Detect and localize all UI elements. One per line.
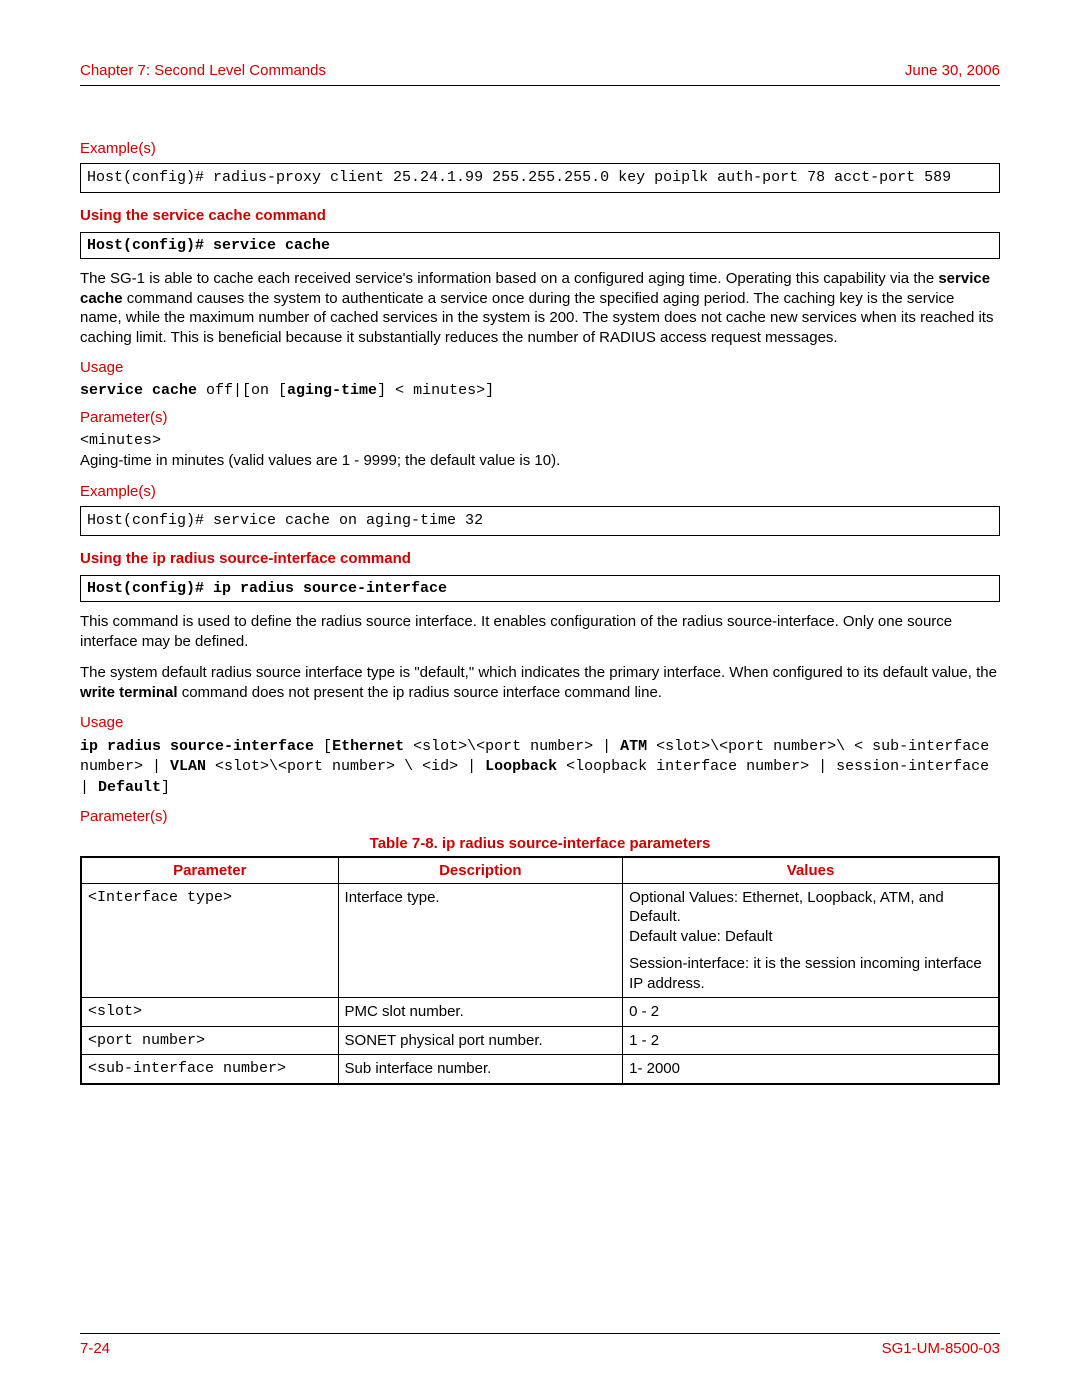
cell-param: <Interface type> — [81, 883, 338, 998]
table-row: <sub-interface number> Sub interface num… — [81, 1055, 999, 1084]
parameters-heading-2: Parameter(s) — [80, 808, 1000, 825]
parameters-heading-1: Parameter(s) — [80, 409, 1000, 426]
service-cache-description: The SG-1 is able to cache each received … — [80, 269, 1000, 347]
cell-desc: SONET physical port number. — [338, 1026, 623, 1055]
usage-bold: VLAN — [170, 758, 206, 775]
page-header: Chapter 7: Second Level Commands June 30… — [80, 62, 1000, 86]
usage-bold: ip radius source-interface — [80, 738, 314, 755]
usage-text: <slot>\<port number> \ <id> | — [206, 758, 485, 775]
th-parameter: Parameter — [81, 857, 338, 884]
text-fragment: The SG-1 is able to cache each received … — [80, 270, 938, 287]
th-description: Description — [338, 857, 623, 884]
table-row: <Interface type> Interface type. Optiona… — [81, 883, 999, 998]
text-fragment: The system default radius source interfa… — [80, 664, 997, 681]
page: Chapter 7: Second Level Commands June 30… — [0, 0, 1080, 1397]
document-id: SG1-UM-8500-03 — [882, 1340, 1000, 1357]
cell-values-block1: Optional Values: Ethernet, Loopback, ATM… — [629, 888, 992, 947]
usage-text: [ — [314, 738, 332, 755]
cell-values: Optional Values: Ethernet, Loopback, ATM… — [623, 883, 999, 998]
cell-desc: Sub interface number. — [338, 1055, 623, 1084]
table-row: <slot> PMC slot number. 0 - 2 — [81, 998, 999, 1027]
table-header-row: Parameter Description Values — [81, 857, 999, 884]
table-row: <port number> SONET physical port number… — [81, 1026, 999, 1055]
cell-values-block2: Session-interface: it is the session inc… — [629, 954, 992, 993]
usage-heading-1: Usage — [80, 359, 1000, 376]
examples-heading-1: Example(s) — [80, 140, 1000, 157]
th-values: Values — [623, 857, 999, 884]
params-table: Parameter Description Values <Interface … — [80, 856, 1000, 1085]
examples-heading-2: Example(s) — [80, 483, 1000, 500]
usage-text: off|[on [ — [197, 382, 287, 399]
page-number: 7-24 — [80, 1340, 110, 1357]
service-cache-heading: Using the service cache command — [80, 207, 1000, 224]
cell-values: 1 - 2 — [623, 1026, 999, 1055]
cell-desc: PMC slot number. — [338, 998, 623, 1027]
usage-bold: Default — [98, 779, 161, 796]
usage-text: ] < minutes>] — [377, 382, 494, 399]
minutes-desc: Aging-time in minutes (valid values are … — [80, 451, 1000, 471]
minutes-param: <minutes> — [80, 432, 1000, 449]
cell-param: <sub-interface number> — [81, 1055, 338, 1084]
usage-bold: aging-time — [287, 382, 377, 399]
service-cache-cmd: Host(config)# service cache — [80, 232, 1000, 259]
table-caption: Table 7-8. ip radius source-interface pa… — [80, 835, 1000, 852]
example-2-code: Host(config)# service cache on aging-tim… — [80, 506, 1000, 536]
chapter-title: Chapter 7: Second Level Commands — [80, 62, 326, 79]
ip-radius-heading: Using the ip radius source-interface com… — [80, 550, 1000, 567]
usage-text: <slot>\<port number> | — [404, 738, 620, 755]
usage-bold: Loopback — [485, 758, 557, 775]
example-1-code: Host(config)# radius-proxy client 25.24.… — [80, 163, 1000, 193]
usage-heading-2: Usage — [80, 714, 1000, 731]
ip-radius-usage: ip radius source-interface [Ethernet <sl… — [80, 737, 1000, 798]
cell-desc: Interface type. — [338, 883, 623, 998]
ip-radius-cmd: Host(config)# ip radius source-interface — [80, 575, 1000, 602]
cell-param: <port number> — [81, 1026, 338, 1055]
usage-bold: ATM — [620, 738, 647, 755]
text-fragment: command does not present the ip radius s… — [178, 684, 662, 701]
header-date: June 30, 2006 — [905, 62, 1000, 79]
ip-radius-para-1: This command is used to define the radiu… — [80, 612, 1000, 651]
cell-values: 1- 2000 — [623, 1055, 999, 1084]
usage-bold: service cache — [80, 382, 197, 399]
cell-values: 0 - 2 — [623, 998, 999, 1027]
service-cache-usage: service cache off|[on [aging-time] < min… — [80, 382, 1000, 399]
usage-text: ] — [161, 779, 170, 796]
usage-bold: Ethernet — [332, 738, 404, 755]
page-footer: 7-24 SG1-UM-8500-03 — [80, 1333, 1000, 1357]
cell-param: <slot> — [81, 998, 338, 1027]
ip-radius-para-2: The system default radius source interfa… — [80, 663, 1000, 702]
bold-write-terminal: write terminal — [80, 684, 178, 701]
text-fragment: command causes the system to authenticat… — [80, 290, 993, 346]
